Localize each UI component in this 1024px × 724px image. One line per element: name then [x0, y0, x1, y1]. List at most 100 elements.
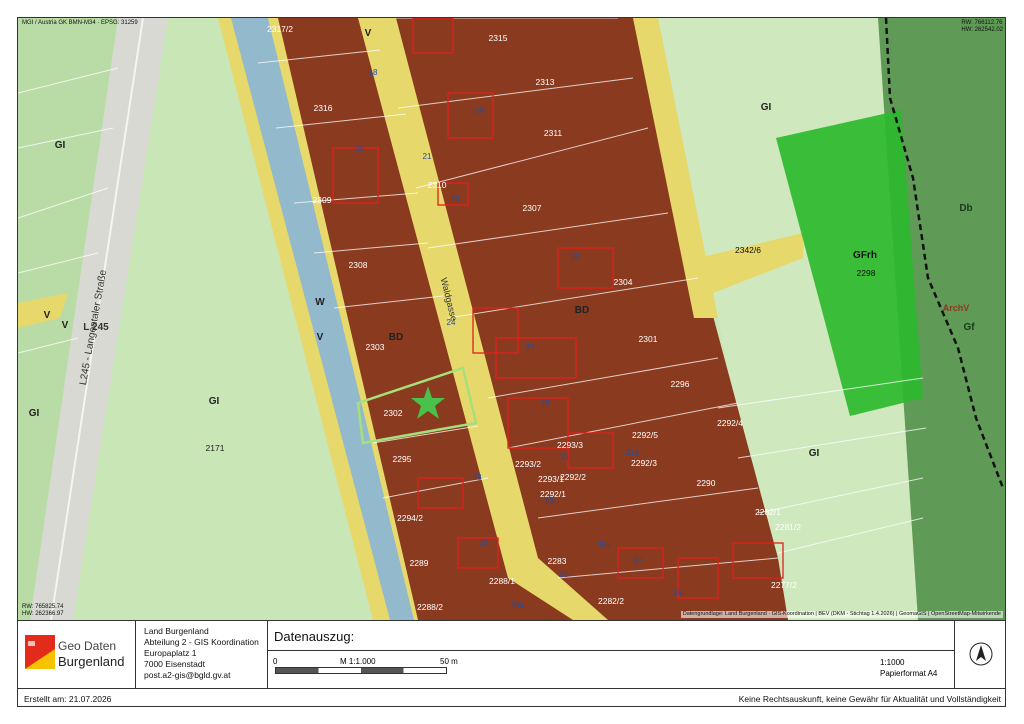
house-number: 39 [674, 588, 683, 597]
parcel-label: 2283 [548, 556, 567, 566]
house-number: 30 [479, 538, 488, 547]
title-divider [268, 650, 954, 651]
house-number: 28 [473, 473, 482, 482]
parcel-label: 2298 [857, 268, 876, 278]
parcel-label: 2311 [544, 128, 563, 138]
road-label-l245-short: L 245 [83, 322, 109, 333]
parcel-label: 2292/5 [632, 430, 658, 440]
house-number: 18 [369, 68, 378, 77]
parcel-label: 2277/2 [771, 580, 797, 590]
parcel-label: 2302 [384, 408, 403, 418]
extract-title: Datenauszug: [274, 629, 355, 644]
scale-bar [275, 667, 447, 674]
north-arrow-icon [969, 642, 993, 666]
map-svg[interactable]: 2317/2 2315 2313 2316 2311 2309 2310 2307 2308 23… [18, 18, 1006, 620]
address-line: 7000 Eisenstadt [144, 659, 205, 669]
bottom-bar: Erstellt am: 21.07.2026 Keine Rechtsausk… [18, 688, 1005, 706]
parcel-label: 2342/6 [735, 245, 761, 255]
parcel-label: 2309 [313, 195, 332, 205]
parcel-label: 2281/2 [775, 522, 801, 532]
parcel-label: 2313 [536, 77, 555, 87]
attribution: Datengrundlage: Land Burgenland · GIS-Ko… [680, 611, 1003, 618]
parcel-label: 2301 [639, 334, 658, 344]
zone-label: Gf [963, 322, 975, 333]
address-line: Europaplatz 1 [144, 648, 197, 658]
footer: Geo Daten Burgenland Land Burgenland Abt… [18, 620, 1005, 688]
parcel-label: 2316 [314, 103, 333, 113]
crs-label: MGI / Austria GK BMN-M34 · EPSG: 31259 [22, 20, 138, 26]
zone-label: BD [389, 332, 403, 343]
address-line: Land Burgenland [144, 626, 209, 636]
parcel-label: 2310 [428, 180, 447, 190]
parcel-label: 2288/2 [417, 602, 443, 612]
zone-label: V [62, 320, 69, 331]
zone-label: V [44, 310, 51, 321]
zone-label: GI [29, 408, 40, 419]
scale-mid: M 1:1.000 [340, 657, 376, 666]
house-number: 20 [356, 144, 365, 153]
parcel-label: 2292/4 [717, 418, 743, 428]
parcel-label: 2292/3 [631, 458, 657, 468]
logo-block: Geo Daten Burgenland [18, 621, 136, 688]
zone-label: BD [575, 305, 589, 316]
zone-label: V [317, 332, 324, 343]
coord-bottom-left-hw: HW: 262366.97 [22, 611, 64, 617]
zone-label: GI [809, 448, 820, 459]
zone-label: GFrh [853, 250, 877, 261]
house-number: 33 [545, 497, 554, 506]
address-line: post.a2-gis@bgld.gv.at [144, 670, 231, 680]
house-number: 21 [423, 152, 432, 161]
zone-label: GI [761, 102, 772, 113]
scale-zero: 0 [273, 657, 278, 666]
coord-top-right-rw: RW: 766112.76 [961, 20, 1003, 26]
scale-text: 1:1000 [880, 658, 905, 667]
parcel-label: 2308 [349, 260, 368, 270]
parcel-label: 2288/1 [489, 576, 515, 586]
house-number: 29 [541, 399, 550, 408]
parcel-label: 2317/2 [267, 24, 293, 34]
paper-format: Papierformat A4 [880, 669, 938, 678]
house-number: 25 [571, 253, 580, 262]
address-block: Land Burgenland Abteilung 2 - GIS Koordi… [136, 621, 268, 688]
address-line: Abteilung 2 - GIS Koordination [144, 637, 259, 647]
parcel-label: 2295 [393, 454, 412, 464]
parcel-label: 2289 [410, 558, 429, 568]
parcel-label: 2292/2 [560, 472, 586, 482]
coord-bottom-left: RW: 765825.74 HW: 262366.97 [22, 604, 64, 618]
map-canvas[interactable]: 2317/2 2315 2313 2316 2311 2309 2310 2307 2308 23… [18, 18, 1006, 620]
disclaimer: Keine Rechtsauskunft, keine Gewähr für A… [738, 694, 1001, 704]
house-number: 19 [475, 107, 484, 116]
map-frame: 2317/2 2315 2313 2316 2311 2309 2310 2307 2308 23… [17, 17, 1006, 707]
logo-line1: Geo Daten [58, 639, 117, 653]
parcel-label: 2315 [489, 33, 508, 43]
archv-label: ArchV [943, 303, 970, 313]
zone-label: Db [959, 203, 972, 214]
parcel-label: 2304 [614, 277, 633, 287]
parcel-label: 2282/2 [598, 596, 624, 606]
parcel-label: 2290 [697, 478, 716, 488]
zone-label: GI [209, 396, 220, 407]
logo-line2: Burgenland [58, 654, 125, 669]
title-scale-block: Datenauszug: 0 M 1:1.000 50 m 1:1000 Pap… [268, 621, 955, 688]
house-number: 23 [451, 195, 460, 204]
scale-end: 50 m [440, 657, 458, 666]
coord-top-right-hw: HW: 262542.02 [961, 27, 1003, 33]
zone-label: GI [55, 140, 66, 151]
parcel-label: 2307 [523, 203, 542, 213]
created-date: Erstellt am: 21.07.2026 [24, 694, 112, 704]
parcel-label: 2293/2 [515, 459, 541, 469]
parcel-label: 2294/2 [397, 513, 423, 523]
house-number: 31 [561, 453, 570, 462]
house-number: 35 [560, 570, 569, 579]
parcel-label: 2282/1 [755, 507, 781, 517]
house-number: 30a [510, 601, 524, 610]
coord-bottom-left-rw: RW: 765825.74 [22, 604, 64, 610]
house-number: 31a [625, 448, 639, 457]
house-number: 35a [597, 541, 611, 550]
parcel-label: 2171 [206, 443, 225, 453]
zone-label: W [315, 297, 325, 308]
parcel-label: 2293/3 [557, 440, 583, 450]
house-number: 27 [526, 343, 535, 352]
parcel-label: 2296 [671, 379, 690, 389]
north-arrow-block [955, 621, 1005, 688]
